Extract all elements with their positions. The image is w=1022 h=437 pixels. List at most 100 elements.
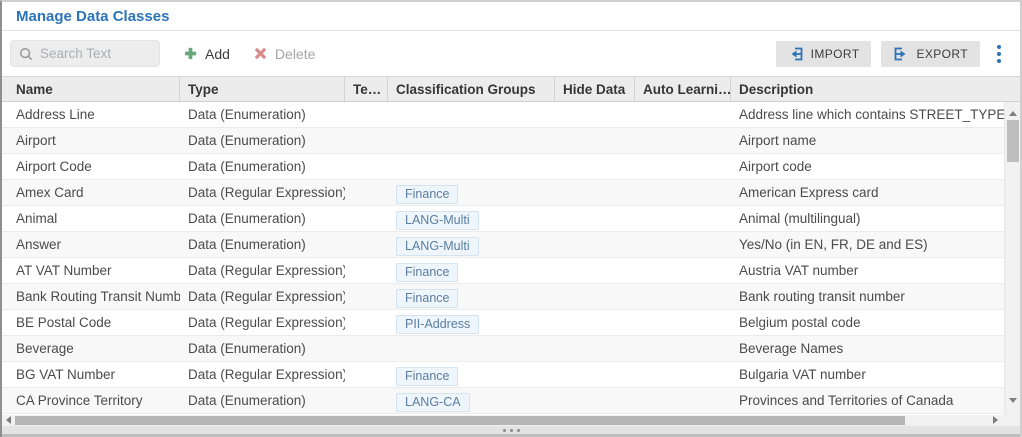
cell-type: Data (Regular Expression): [180, 362, 345, 387]
scroll-up-icon[interactable]: [1009, 111, 1017, 116]
cell-description: Animal (multilingual): [731, 206, 1020, 231]
table-row[interactable]: BE Postal CodeData (Regular Expression)P…: [2, 310, 1020, 336]
cell-name: BE Postal Code: [2, 310, 180, 335]
cell-groups: LANG-CA: [388, 388, 555, 413]
column-header-hide-data[interactable]: Hide Data: [555, 77, 635, 101]
more-options-menu-icon[interactable]: [990, 45, 1008, 63]
add-button[interactable]: Add: [184, 46, 230, 62]
cell-hide-data: [555, 284, 635, 309]
table-row[interactable]: Airport CodeData (Enumeration)Airport co…: [2, 154, 1020, 180]
cell-auto-learning: [635, 154, 731, 179]
cell-groups: Finance: [388, 180, 555, 205]
import-button[interactable]: IMPORT: [776, 41, 872, 67]
cell-name: Address Line: [2, 102, 180, 127]
horizontal-scrollbar[interactable]: [2, 415, 1020, 426]
cell-hide-data: [555, 388, 635, 413]
cell-test: [345, 284, 388, 309]
cell-type: Data (Enumeration): [180, 154, 345, 179]
cell-name: BG VAT Number: [2, 362, 180, 387]
cell-groups: [388, 128, 555, 153]
cell-hide-data: [555, 362, 635, 387]
cell-auto-learning: [635, 362, 731, 387]
cell-groups: Finance: [388, 284, 555, 309]
cell-groups: LANG-Multi: [388, 232, 555, 257]
search-input[interactable]: [40, 46, 145, 61]
panel-resize-handle[interactable]: [2, 426, 1020, 437]
classification-group-badge: Finance: [396, 263, 458, 282]
scroll-right-icon[interactable]: [993, 416, 998, 424]
cell-name: AT VAT Number: [2, 258, 180, 283]
horizontal-scrollbar-thumb[interactable]: [15, 416, 905, 425]
table-row[interactable]: BeverageData (Enumeration)Beverage Names: [2, 336, 1020, 362]
column-header-classification-groups[interactable]: Classification Groups: [388, 77, 555, 101]
page-title: Manage Data Classes: [16, 8, 169, 25]
cell-type: Data (Enumeration): [180, 336, 345, 361]
column-header-auto-learning[interactable]: Auto Learni…: [635, 77, 731, 101]
cell-name: Bank Routing Transit Number: [2, 284, 180, 309]
cell-auto-learning: [635, 284, 731, 309]
cell-hide-data: [555, 336, 635, 361]
cell-type: Data (Regular Expression): [180, 258, 345, 283]
cell-name: Animal: [2, 206, 180, 231]
cell-description: Austria VAT number: [731, 258, 1020, 283]
cell-type: Data (Enumeration): [180, 388, 345, 413]
cell-name: Airport Code: [2, 154, 180, 179]
table-row[interactable]: Bank Routing Transit NumberData (Regular…: [2, 284, 1020, 310]
column-header-description[interactable]: Description: [731, 77, 1020, 101]
table-row[interactable]: CA Province TerritoryData (Enumeration) L…: [2, 388, 1020, 414]
column-header-type[interactable]: Type: [180, 77, 345, 101]
cell-name: CA Province Territory: [2, 388, 180, 413]
table-row[interactable]: Amex CardData (Regular Expression)Financ…: [2, 180, 1020, 206]
cell-description: American Express card: [731, 180, 1020, 205]
column-header-test[interactable]: Te…: [345, 77, 388, 101]
vertical-scrollbar-thumb[interactable]: [1007, 120, 1019, 162]
cell-auto-learning: [635, 258, 731, 283]
export-button[interactable]: EXPORT: [881, 41, 980, 67]
scroll-down-icon[interactable]: [1009, 398, 1017, 403]
cell-auto-learning: [635, 310, 731, 335]
cell-test: [345, 232, 388, 257]
cell-type: Data (Regular Expression): [180, 284, 345, 309]
delete-button[interactable]: Delete: [254, 46, 315, 62]
cell-auto-learning: [635, 206, 731, 231]
table-row[interactable]: AirportData (Enumeration)Airport name: [2, 128, 1020, 154]
add-icon: [184, 47, 197, 60]
cell-description: Bank routing transit number: [731, 284, 1020, 309]
table-row[interactable]: AT VAT NumberData (Regular Expression) Fi…: [2, 258, 1020, 284]
delete-icon: [254, 47, 267, 60]
cell-groups: [388, 154, 555, 179]
cell-auto-learning: [635, 232, 731, 257]
cell-hide-data: [555, 258, 635, 283]
cell-hide-data: [555, 102, 635, 127]
cell-groups: LANG-Multi: [388, 206, 555, 231]
classification-group-badge: Finance: [396, 185, 458, 204]
search-box[interactable]: [10, 40, 160, 67]
cell-type: Data (Enumeration): [180, 128, 345, 153]
classification-group-badge: Finance: [396, 289, 458, 308]
manage-data-classes-panel: Manage Data Classes Add Delete IMPOR: [0, 0, 1022, 437]
cell-name: Airport: [2, 128, 180, 153]
cell-auto-learning: [635, 180, 731, 205]
classification-group-badge: LANG-Multi: [396, 211, 479, 230]
table-row[interactable]: BG VAT NumberData (Regular Expression) Fi…: [2, 362, 1020, 388]
grid-header-row: Name Type Te… Classification Groups Hide…: [2, 76, 1020, 102]
cell-name: Answer: [2, 232, 180, 257]
cell-groups: Finance: [388, 362, 555, 387]
cell-hide-data: [555, 154, 635, 179]
cell-groups: PII-Address: [388, 310, 555, 335]
scroll-left-icon[interactable]: [6, 416, 11, 424]
table-row[interactable]: AnimalData (Enumeration)LANG-MultiAnimal…: [2, 206, 1020, 232]
title-bar: Manage Data Classes: [2, 2, 1020, 31]
column-header-name[interactable]: Name: [2, 77, 180, 101]
cell-description: Provinces and Territories of Canada: [731, 388, 1020, 413]
cell-description: Bulgaria VAT number: [731, 362, 1020, 387]
cell-type: Data (Enumeration): [180, 232, 345, 257]
export-button-label: EXPORT: [916, 47, 968, 61]
vertical-scrollbar[interactable]: [1004, 102, 1020, 415]
cell-hide-data: [555, 232, 635, 257]
table-row[interactable]: Address LineData (Enumeration)Address li…: [2, 102, 1020, 128]
cell-name: Beverage: [2, 336, 180, 361]
cell-test: [345, 388, 388, 413]
table-row[interactable]: AnswerData (Enumeration)LANG-MultiYes/No…: [2, 232, 1020, 258]
cell-test: [345, 102, 388, 127]
